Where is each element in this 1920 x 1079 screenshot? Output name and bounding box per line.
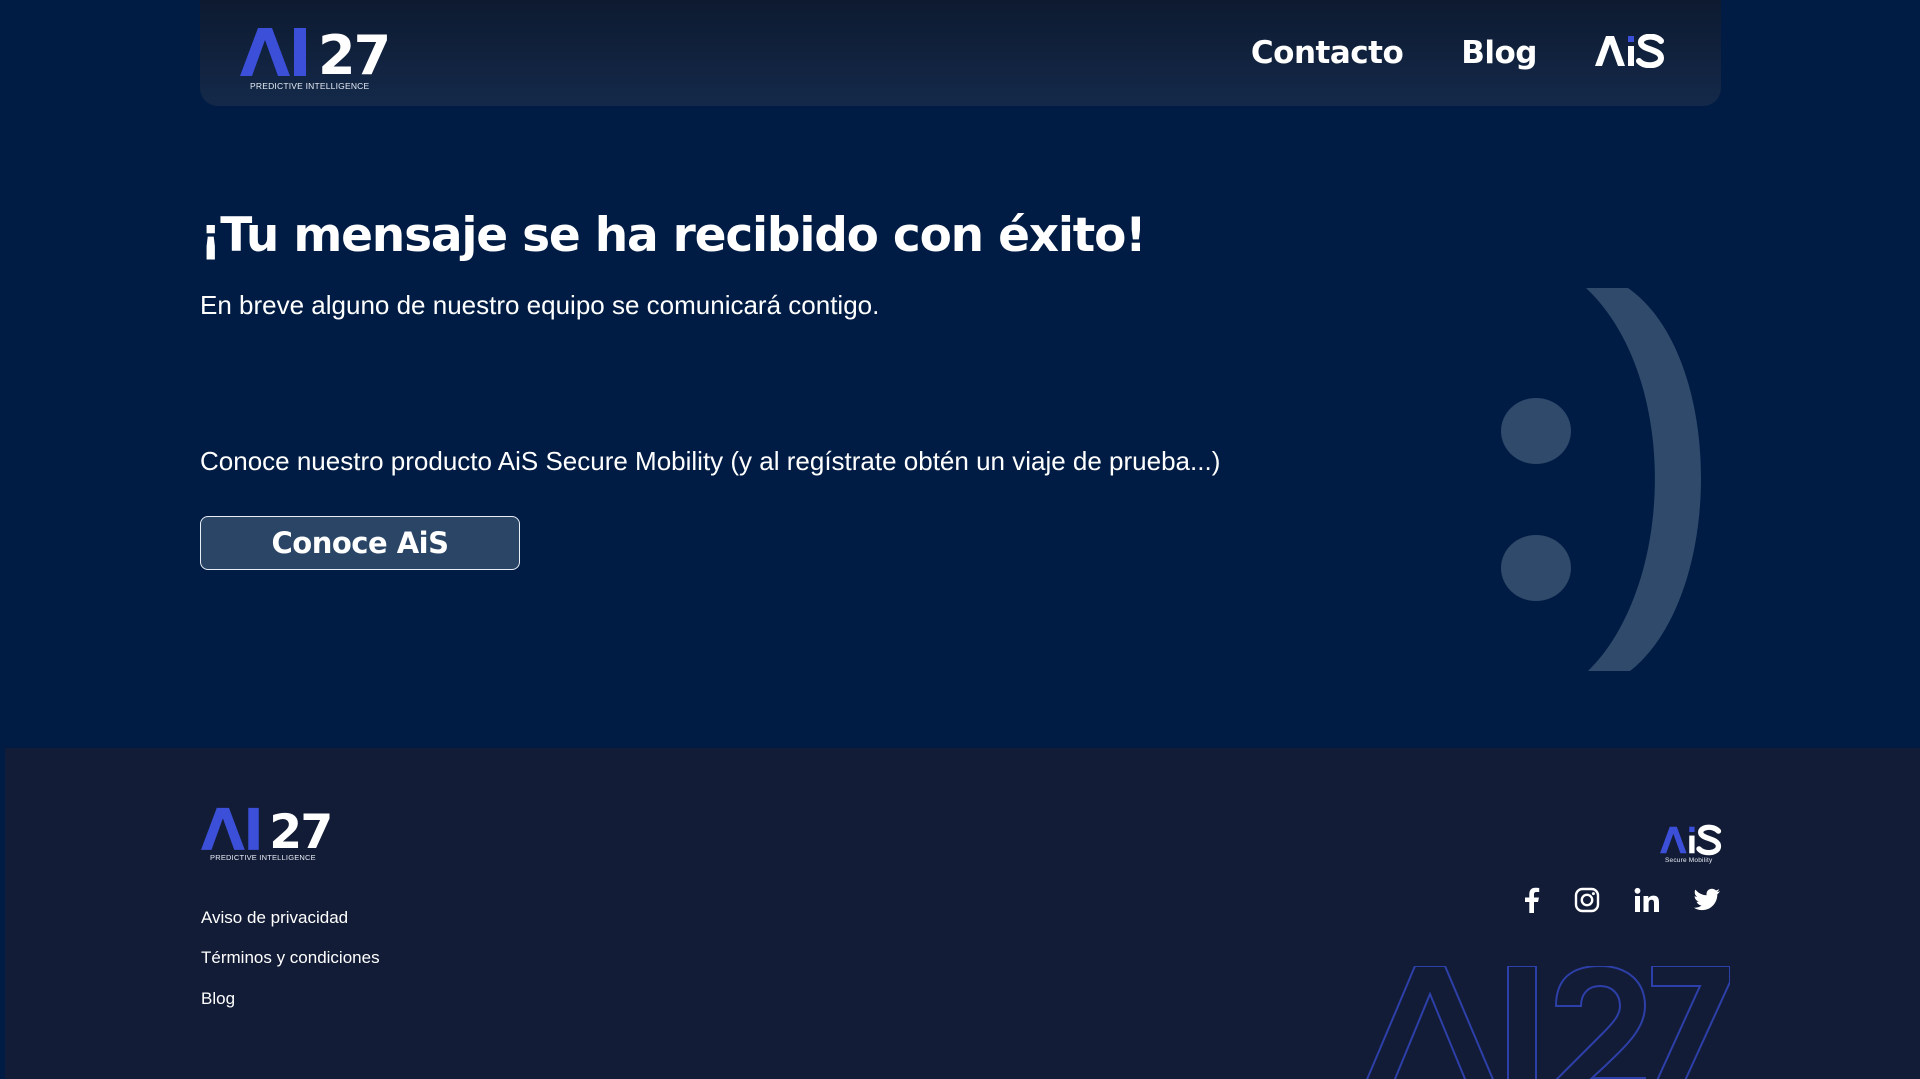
footer-ais-logo-graphic: [1660, 824, 1722, 856]
ai27-logo-graphic: 27: [240, 26, 391, 76]
product-promo-text: Conoce nuestro producto AiS Secure Mobil…: [200, 446, 1221, 476]
linkedin-icon[interactable]: [1632, 885, 1662, 915]
footer-ais-tagline: Secure Mobility: [1665, 857, 1713, 864]
footer-link-privacidad[interactable]: Aviso de privacidad: [201, 908, 348, 928]
smiley-illustration: [1501, 288, 1702, 671]
instagram-icon[interactable]: [1572, 885, 1602, 915]
success-title: ¡Tu mensaje se ha recibido con éxito!: [200, 208, 1147, 263]
footer-link-blog[interactable]: Blog: [201, 989, 235, 1009]
nav-ais-logo[interactable]: [1595, 33, 1665, 73]
smiley-mouth: [1586, 288, 1702, 671]
facebook-icon[interactable]: [1517, 885, 1547, 915]
svg-text:27: 27: [269, 806, 331, 850]
nav-link-blog[interactable]: Blog: [1461, 35, 1537, 71]
svg-text:27: 27: [318, 26, 389, 76]
footer-ai27-logo-graphic: 27: [201, 806, 333, 850]
ai27-watermark: [1366, 966, 1730, 1079]
main-nav: Contacto Blog: [1251, 0, 1665, 106]
smiley-eye-bottom: [1501, 535, 1571, 601]
site-footer: 27 PREDICTIVE INTELLIGENCE Aviso de priv…: [5, 748, 1920, 1079]
footer-ais-logo[interactable]: Secure Mobility: [1660, 824, 1722, 864]
ai27-logo[interactable]: 27 PREDICTIVE INTELLIGENCE: [240, 26, 400, 91]
ais-logo-graphic: [1595, 33, 1665, 68]
footer-ai27-logo[interactable]: 27 PREDICTIVE INTELLIGENCE: [201, 806, 341, 862]
site-header: 27 PREDICTIVE INTELLIGENCE Contacto Blog: [200, 0, 1721, 106]
smiley-eye-top: [1501, 398, 1571, 464]
nav-link-contacto[interactable]: Contacto: [1251, 35, 1404, 71]
footer-link-terminos[interactable]: Términos y condiciones: [201, 948, 380, 968]
success-subtitle: En breve alguno de nuestro equipo se com…: [200, 290, 880, 320]
footer-ai27-tagline: PREDICTIVE INTELLIGENCE: [210, 853, 316, 862]
ai27-logo-tagline: PREDICTIVE INTELLIGENCE: [250, 81, 370, 91]
twitter-icon[interactable]: [1692, 885, 1722, 915]
conoce-ais-button[interactable]: Conoce AiS: [200, 516, 520, 570]
